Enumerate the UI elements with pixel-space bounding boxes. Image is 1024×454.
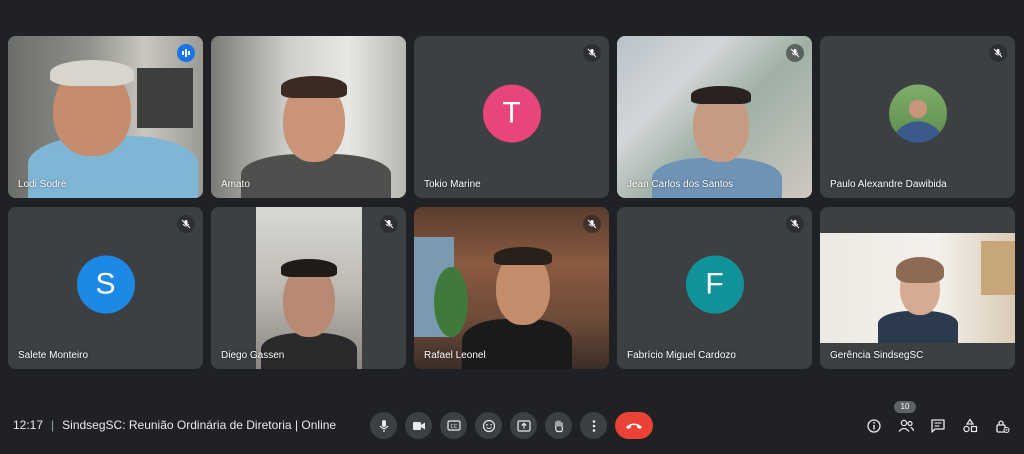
meeting-time: 12:17 xyxy=(13,418,44,432)
separator: | xyxy=(51,418,55,432)
participant-name: Jean Carlos dos Santos xyxy=(627,179,734,190)
mic-off-icon xyxy=(786,215,804,233)
participant-name: Gerência SindsegSC xyxy=(830,350,924,361)
camera-icon[interactable] xyxy=(405,412,432,439)
participant-name: Paulo Alexandre Dawibida xyxy=(830,179,947,190)
participant-tile[interactable]: Lodi Sodré xyxy=(8,36,203,198)
participant-tile[interactable]: T Tokio Marine xyxy=(414,36,609,198)
chat-icon[interactable] xyxy=(926,414,950,438)
raise-hand-icon[interactable] xyxy=(545,412,572,439)
meeting-info: 12:17 | SindsegSC: Reunião Ordinária de Di… xyxy=(13,418,336,432)
captions-icon[interactable]: CC xyxy=(440,412,467,439)
participant-name: Tokio Marine xyxy=(424,179,481,190)
participant-tile[interactable]: Gerência SindsegSC xyxy=(820,207,1015,369)
participant-tile[interactable]: Rafael Leonel xyxy=(414,207,609,369)
participant-video xyxy=(820,207,1015,369)
end-call-icon[interactable] xyxy=(615,412,653,439)
emoji-icon[interactable] xyxy=(475,412,502,439)
participant-tile[interactable]: S Salete Monteiro xyxy=(8,207,203,369)
participant-tile[interactable]: Jean Carlos dos Santos xyxy=(617,36,812,198)
participant-name: Fabrício Miguel Cardozo xyxy=(627,350,736,361)
side-controls: 10 xyxy=(862,401,1014,438)
participant-tile[interactable]: Amato xyxy=(211,36,406,198)
mic-off-icon xyxy=(989,44,1007,62)
participant-tile[interactable]: Paulo Alexandre Dawibida xyxy=(820,36,1015,198)
mic-off-icon xyxy=(380,215,398,233)
svg-text:CC: CC xyxy=(450,424,457,430)
meeting-title: SindsegSC: Reunião Ordinária de Diretori… xyxy=(62,418,337,432)
activities-icon[interactable] xyxy=(958,414,982,438)
call-controls: CC xyxy=(370,412,653,439)
mic-off-icon xyxy=(583,44,601,62)
participant-avatar xyxy=(888,84,947,143)
participant-video xyxy=(211,207,406,369)
speaking-indicator-icon xyxy=(177,44,195,62)
participant-avatar: S xyxy=(76,255,135,314)
participant-name: Lodi Sodré xyxy=(18,179,67,190)
mic-off-icon xyxy=(786,44,804,62)
participant-video xyxy=(8,36,203,198)
participant-video xyxy=(617,36,812,198)
bottom-control-bar: 12:17 | SindsegSC: Reunião Ordinária de Di… xyxy=(0,400,1024,454)
mic-off-icon xyxy=(583,215,601,233)
info-icon[interactable] xyxy=(862,414,886,438)
more-options-icon[interactable] xyxy=(580,412,607,439)
mic-icon[interactable] xyxy=(370,412,397,439)
participant-name: Diego Gassen xyxy=(221,350,285,361)
present-icon[interactable] xyxy=(510,412,537,439)
participant-avatar: F xyxy=(685,255,744,314)
participant-tile[interactable]: F Fabrício Miguel Cardozo xyxy=(617,207,812,369)
host-controls-icon[interactable] xyxy=(990,414,1014,438)
participant-name: Amato xyxy=(221,179,250,190)
people-count-badge: 10 xyxy=(894,401,916,413)
participant-grid: Lodi Sodré Amato T Tokio Marine Jean Car… xyxy=(8,36,1016,370)
participant-avatar: T xyxy=(482,84,541,143)
people-icon[interactable]: 10 xyxy=(894,401,918,438)
participant-video xyxy=(414,207,609,369)
mic-off-icon xyxy=(177,215,195,233)
participant-tile[interactable]: Diego Gassen xyxy=(211,207,406,369)
participant-name: Rafael Leonel xyxy=(424,350,486,361)
participant-video xyxy=(211,36,406,198)
participant-name: Salete Monteiro xyxy=(18,350,89,361)
